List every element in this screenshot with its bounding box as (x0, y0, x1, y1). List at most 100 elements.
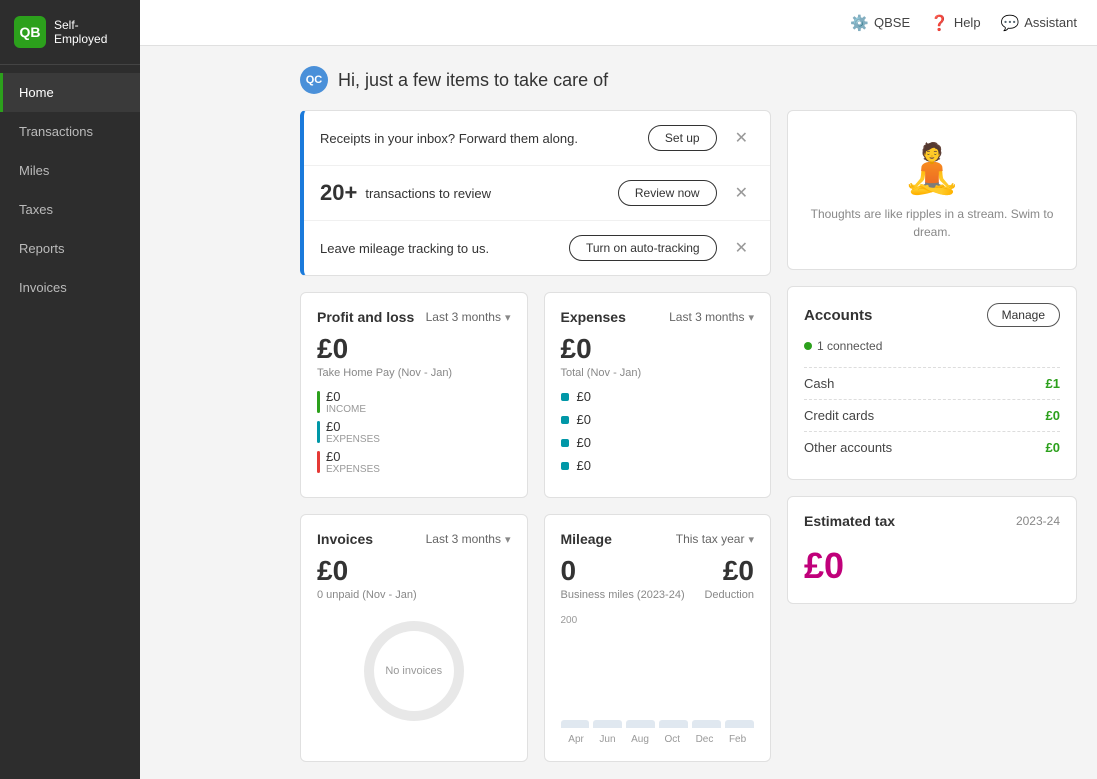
invoices-period-label: Last 3 months (426, 532, 501, 546)
chart-bar-wrap-1 (593, 720, 622, 728)
chart-bar-3 (659, 720, 688, 728)
chart-bar-5 (725, 720, 754, 728)
sidebar-item-transactions[interactable]: Transactions (0, 112, 140, 151)
profit-loss-period[interactable]: Last 3 months ▾ (426, 310, 511, 324)
expenses-period[interactable]: Last 3 months ▾ (669, 310, 754, 324)
auto-tracking-button[interactable]: Turn on auto-tracking (569, 235, 717, 261)
notification-card: Receipts in your inbox? Forward them alo… (300, 110, 771, 276)
assistant-icon: 💬 (1001, 14, 1020, 32)
chart-bar-wrap-5 (725, 720, 754, 728)
sidebar: QB Self-Employed Home Transactions Miles… (0, 0, 140, 779)
expenses-amount-1: £0 (326, 419, 380, 434)
credit-cards-amount: £0 (1046, 408, 1060, 423)
qbse-link[interactable]: ⚙️ QBSE (850, 14, 910, 32)
mileage-deduction-label: Deduction (704, 589, 754, 601)
review-now-button[interactable]: Review now (618, 180, 717, 206)
expense-item-4: £0 (561, 458, 755, 473)
topbar: ⚙️ QBSE ❓ Help 💬 Assistant (140, 0, 1097, 46)
expense-dot-2 (561, 416, 569, 424)
mileage-period[interactable]: This tax year ▾ (676, 532, 754, 546)
gear-icon: ⚙️ (850, 14, 869, 32)
chart-bar-0 (561, 720, 590, 728)
chart-bar-wrap-3 (659, 720, 688, 728)
other-accounts-label: Other accounts (804, 440, 892, 455)
mileage-miles-label: Business miles (2023-24) (561, 589, 685, 601)
mileage-header: Mileage This tax year ▾ (561, 531, 755, 547)
ripple-text: Thoughts are like ripples in a stream. S… (804, 205, 1060, 241)
chart-x-label-0: Apr (568, 734, 584, 745)
mileage-period-label: This tax year (676, 532, 745, 546)
manage-button[interactable]: Manage (987, 303, 1060, 327)
sidebar-item-reports[interactable]: Reports (0, 229, 140, 268)
expenses-subtitle: Total (Nov - Jan) (561, 367, 755, 379)
chart-bar-wrap-4 (692, 720, 721, 728)
sidebar-item-miles[interactable]: Miles (0, 151, 140, 190)
receipts-close-button[interactable]: ✕ (729, 126, 754, 150)
mileage-tracking-text: Leave mileage tracking to us. (320, 241, 569, 256)
chart-bar-wrap-2 (626, 720, 655, 728)
connected-dot-icon (804, 342, 812, 350)
chart-x-label-2: Aug (631, 734, 649, 745)
profit-loss-period-label: Last 3 months (426, 310, 501, 324)
mileage-card: Mileage This tax year ▾ 0 Business miles… (544, 514, 772, 762)
expenses-amount: £0 (561, 333, 755, 365)
profit-loss-header: Profit and loss Last 3 months ▾ (317, 309, 511, 325)
mileage-deduction: £0 (704, 555, 754, 587)
help-link[interactable]: ❓ Help (930, 14, 980, 32)
invoices-card: Invoices Last 3 months ▾ £0 0 unpaid (No… (300, 514, 528, 762)
avatar: QC (300, 66, 328, 94)
cash-label: Cash (804, 376, 834, 391)
mileage-miles: 0 (561, 555, 685, 587)
other-accounts-amount: £0 (1046, 440, 1060, 455)
accounts-title: Accounts (804, 307, 872, 324)
profit-loss-card: Profit and loss Last 3 months ▾ £0 Take … (300, 292, 528, 498)
expense-amount-3: £0 (577, 435, 591, 450)
profit-loss-amount: £0 (317, 333, 511, 365)
income-label: INCOME (326, 404, 366, 415)
estimated-tax-header: Estimated tax 2023-24 (804, 513, 1060, 529)
sidebar-item-home[interactable]: Home (0, 73, 140, 112)
setup-button[interactable]: Set up (648, 125, 717, 151)
accounts-card: Accounts Manage 1 connected Cash £1 Cred… (787, 286, 1077, 480)
credit-cards-row: Credit cards £0 (804, 399, 1060, 431)
expenses-bar-2 (317, 451, 320, 473)
invoices-period[interactable]: Last 3 months ▾ (426, 532, 511, 546)
expenses-header: Expenses Last 3 months ▾ (561, 309, 755, 325)
right-column: 🧘 Thoughts are like ripples in a stream.… (787, 110, 1077, 762)
expense-dot-3 (561, 439, 569, 447)
transactions-text: transactions to review (365, 186, 618, 201)
left-column: Receipts in your inbox? Forward them alo… (300, 110, 771, 762)
expenses-period-label: Last 3 months (669, 310, 744, 324)
income-amount: £0 (326, 389, 366, 404)
expense-amount-1: £0 (577, 389, 591, 404)
sidebar-item-invoices[interactable]: Invoices (0, 268, 140, 307)
mileage-notification: Leave mileage tracking to us. Turn on au… (304, 221, 770, 275)
mileage-close-button[interactable]: ✕ (729, 236, 754, 260)
expense-item-3: £0 (561, 435, 755, 450)
connected-badge: 1 connected (804, 339, 1060, 353)
expenses-chevron-icon: ▾ (748, 311, 754, 324)
expenses-row-2: £0 EXPENSES (317, 449, 511, 475)
sidebar-logo: QB Self-Employed (0, 0, 140, 65)
invoices-ring: No invoices (364, 621, 464, 721)
expense-item-2: £0 (561, 412, 755, 427)
chart-x-label-5: Feb (729, 734, 746, 745)
assistant-label: Assistant (1024, 15, 1077, 30)
other-accounts-row: Other accounts £0 (804, 431, 1060, 463)
mileage-chart-container: 200 AprJunAugOctDecFeb (561, 615, 755, 745)
main-content: QC Hi, just a few items to take care of … (280, 46, 1097, 779)
assistant-link[interactable]: 💬 Assistant (1001, 14, 1077, 32)
app-name: Self-Employed (54, 18, 126, 47)
expenses-card: Expenses Last 3 months ▾ £0 Total (Nov -… (544, 292, 772, 498)
qbse-label: QBSE (874, 15, 910, 30)
expense-item-1: £0 (561, 389, 755, 404)
help-icon: ❓ (930, 14, 949, 32)
receipts-notification: Receipts in your inbox? Forward them alo… (304, 111, 770, 166)
invoices-subtitle: 0 unpaid (Nov - Jan) (317, 589, 511, 601)
transactions-close-button[interactable]: ✕ (729, 181, 754, 205)
chart-x-label-3: Oct (664, 734, 680, 745)
sidebar-item-taxes[interactable]: Taxes (0, 190, 140, 229)
expenses-row-1: £0 EXPENSES (317, 419, 511, 445)
expense-amount-4: £0 (577, 458, 591, 473)
income-row: £0 INCOME (317, 389, 511, 415)
